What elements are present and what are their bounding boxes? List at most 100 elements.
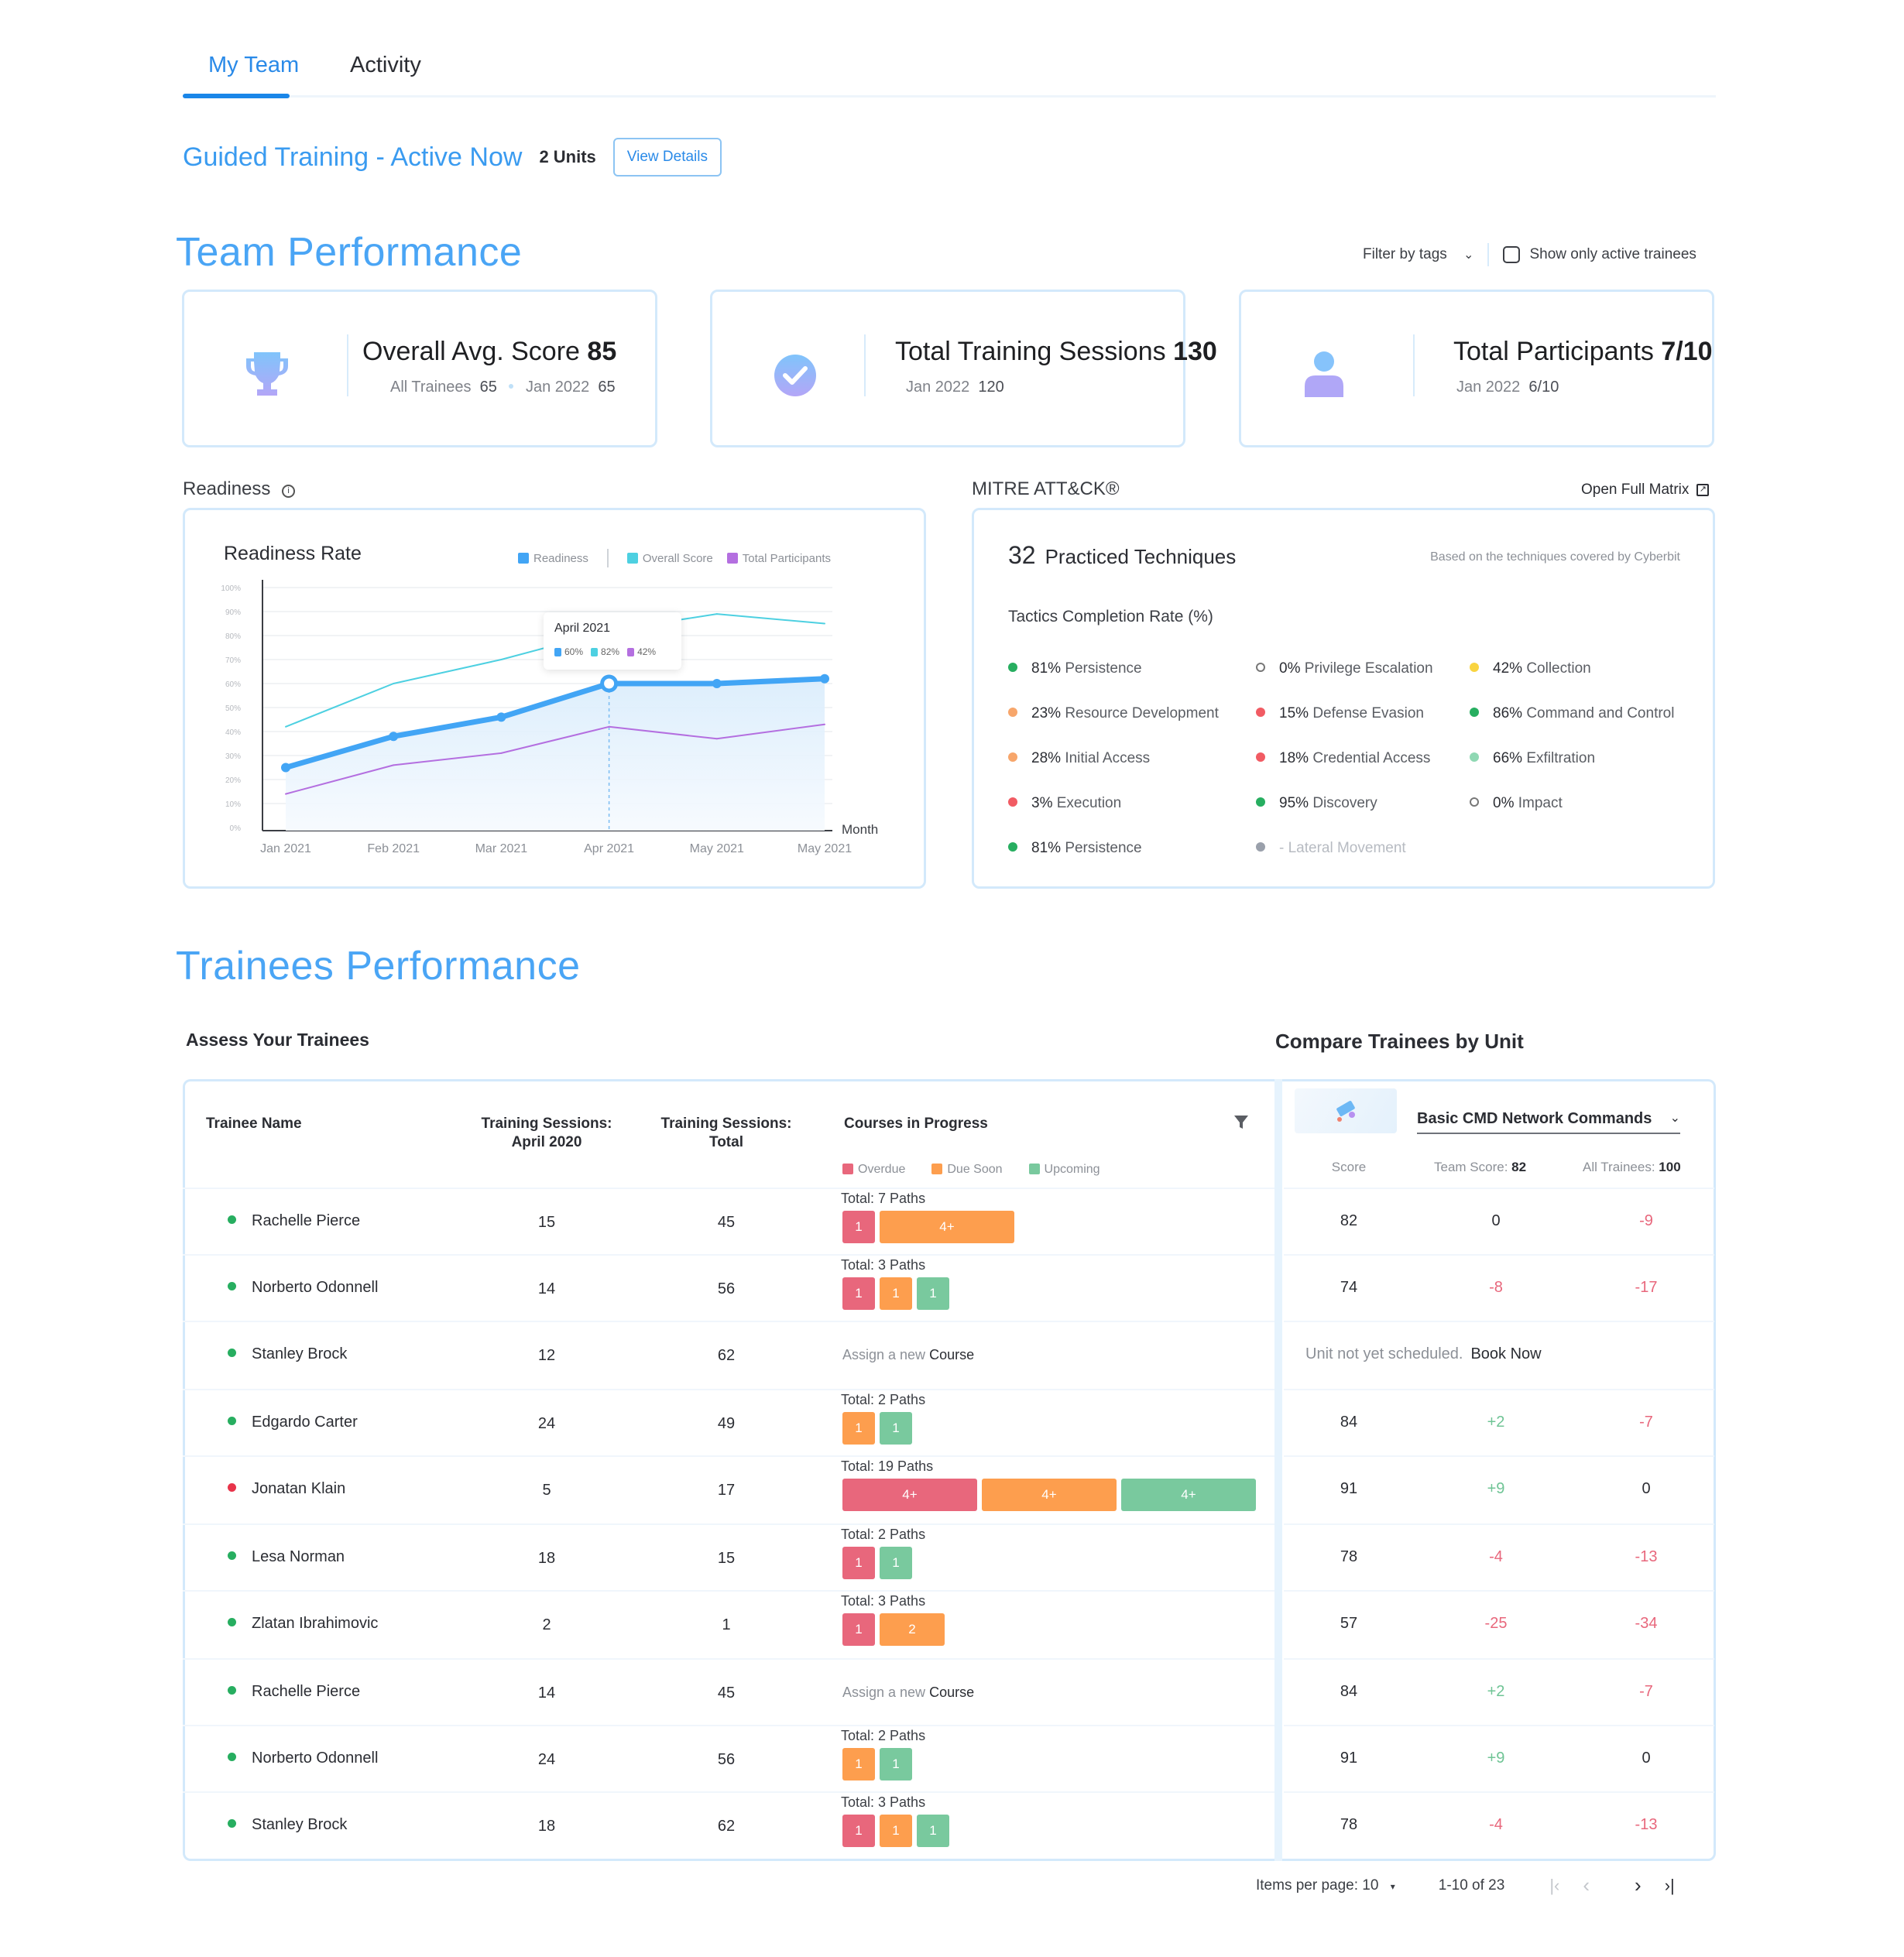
trainee-name[interactable]: Zlatan Ibrahimovic: [228, 1615, 378, 1633]
trainee-name[interactable]: Rachelle Pierce: [228, 1683, 360, 1701]
y-tick-label: 100%: [221, 584, 241, 593]
data-point: [715, 738, 718, 740]
x-axis-label: Month: [842, 822, 878, 837]
tactic-name: Execution: [1056, 795, 1122, 811]
next-page-icon[interactable]: ›: [1635, 1873, 1642, 1897]
compare-score: 82: [1340, 1212, 1358, 1229]
guided-training-bar: Guided Training - Active Now 2 Units Vie…: [183, 138, 722, 177]
book-now-link[interactable]: Book Now: [1470, 1345, 1541, 1362]
kpi-sub-label: Jan 2022: [1456, 379, 1521, 396]
tactic-item: 0% Privilege Escalation: [1256, 660, 1433, 677]
info-icon[interactable]: i: [282, 485, 296, 498]
trainee-name[interactable]: Stanley Brock: [228, 1816, 347, 1834]
show-active-toggle[interactable]: Show only active trainees: [1503, 246, 1696, 263]
show-active-label: Show only active trainees: [1529, 246, 1696, 262]
unit-select[interactable]: Basic CMD Network Commands ⌄: [1417, 1110, 1680, 1134]
course-chip-due[interactable]: 4+: [880, 1211, 1014, 1243]
data-point: [712, 679, 722, 688]
x-tick-label: Jan 2021: [260, 842, 311, 855]
sessions-month: 24: [537, 1751, 556, 1768]
col-header-courses[interactable]: Courses in Progress: [844, 1115, 988, 1133]
trainee-name[interactable]: Stanley Brock: [228, 1345, 347, 1363]
show-active-checkbox[interactable]: [1503, 246, 1521, 263]
legend-overdue: Overdue: [842, 1163, 905, 1177]
open-full-matrix-link[interactable]: Open Full Matrix ↗: [1581, 482, 1710, 499]
course-chip-overdue[interactable]: 4+: [842, 1479, 977, 1511]
kpi-card-training-sessions: Total Training Sessions 130 Jan 2022 120: [710, 290, 1217, 447]
tactic-item: 3% Execution: [1008, 795, 1121, 812]
course-chip-due[interactable]: 1: [842, 1412, 875, 1445]
compare-trainees-title: Compare Trainees by Unit: [1275, 1030, 1524, 1053]
last-page-icon[interactable]: ›|: [1665, 1876, 1675, 1896]
compare-score: 74: [1340, 1279, 1358, 1296]
trainee-name[interactable]: Rachelle Pierce: [228, 1212, 360, 1230]
kpi-title: Total Participants 7/10: [1453, 337, 1713, 367]
course-chip-upcoming[interactable]: 1: [917, 1277, 949, 1310]
course-chip-overdue[interactable]: 1: [842, 1815, 875, 1847]
divider: [347, 334, 348, 396]
course-chip-due[interactable]: 1: [880, 1277, 912, 1310]
sessions-total: 15: [717, 1550, 736, 1567]
compare-team: +9: [1487, 1750, 1505, 1767]
legend-item-overall-score[interactable]: Overall Score: [626, 552, 713, 565]
tactic-item: - Lateral Movement: [1256, 840, 1406, 857]
tactic-percent: 28%: [1031, 750, 1062, 766]
course-chip-due[interactable]: 1: [880, 1815, 912, 1847]
divider: [864, 334, 866, 396]
units-count: 2 Units: [539, 147, 596, 166]
col-header-sessions-month[interactable]: Training Sessions: April 2020: [469, 1115, 624, 1152]
course-chip-upcoming[interactable]: 1: [880, 1412, 912, 1445]
tactic-status-dot: [1256, 663, 1265, 672]
compare-score: 78: [1340, 1816, 1358, 1833]
tactic-status-dot: [1256, 752, 1265, 762]
course-chip-due[interactable]: 2: [880, 1613, 945, 1646]
legend-item-total-participants[interactable]: Total Participants: [726, 552, 831, 565]
compare-score: 84: [1340, 1683, 1358, 1700]
readiness-card: Readiness Rate Readiness Overall Score T…: [183, 508, 926, 889]
kpi-sub-value: 120: [978, 379, 1004, 396]
legend-item-readiness[interactable]: Readiness: [518, 552, 588, 565]
trainee-name[interactable]: Jonatan Klain: [228, 1480, 345, 1498]
first-page-icon[interactable]: |‹: [1549, 1876, 1559, 1896]
course-chip-due[interactable]: 4+: [982, 1479, 1117, 1511]
course-chip-overdue[interactable]: 1: [842, 1277, 875, 1310]
assign-course-link[interactable]: Assign a new Course: [842, 1347, 974, 1363]
trainee-name[interactable]: Lesa Norman: [228, 1548, 345, 1566]
data-point: [285, 793, 286, 795]
kpi-subtitle: Jan 2022 6/10: [1456, 379, 1559, 396]
tactic-status-dot: [1470, 708, 1479, 717]
course-chip-overdue[interactable]: 1: [842, 1211, 875, 1243]
y-tick-label: 40%: [225, 728, 241, 737]
assign-course-link[interactable]: Assign a new Course: [842, 1685, 974, 1701]
chevron-down-icon: ⌄: [1463, 248, 1474, 262]
filter-icon[interactable]: [1234, 1115, 1248, 1130]
course-chip-upcoming[interactable]: 4+: [1121, 1479, 1256, 1511]
tactic-item: 23% Resource Development: [1008, 705, 1219, 722]
filter-by-tags-dropdown[interactable]: Filter by tags ⌄: [1363, 246, 1473, 263]
items-per-page-select[interactable]: Items per page: 10 ▾: [1256, 1877, 1395, 1894]
compare-team: +2: [1487, 1414, 1505, 1431]
tactic-item: 81% Persistence: [1008, 660, 1142, 677]
trainee-name[interactable]: Norberto Odonnell: [228, 1279, 378, 1297]
col-header-name[interactable]: Trainee Name: [206, 1115, 302, 1133]
prev-page-icon[interactable]: ‹: [1583, 1873, 1590, 1897]
course-chip-upcoming[interactable]: 1: [917, 1815, 949, 1847]
sessions-total: 56: [717, 1280, 736, 1297]
view-details-button[interactable]: View Details: [612, 138, 722, 177]
col-header-sessions-total[interactable]: Training Sessions: Total: [649, 1115, 804, 1152]
course-chip-due[interactable]: 1: [842, 1748, 875, 1780]
trainee-name[interactable]: Edgardo Carter: [228, 1414, 358, 1431]
tactic-status-dot: [1256, 708, 1265, 717]
external-link-icon: ↗: [1696, 484, 1710, 496]
data-point-highlight: [600, 674, 619, 693]
course-chip-overdue[interactable]: 1: [842, 1547, 875, 1579]
course-chip-upcoming[interactable]: 1: [880, 1547, 912, 1579]
sessions-month: 24: [537, 1415, 556, 1432]
course-chip-overdue[interactable]: 1: [842, 1613, 875, 1646]
trainee-name[interactable]: Norberto Odonnell: [228, 1750, 378, 1767]
tab-activity[interactable]: Activity: [350, 53, 421, 78]
dot-separator: [509, 384, 514, 389]
kpi-title: Overall Avg. Score 85: [362, 337, 616, 367]
course-chip-upcoming[interactable]: 1: [880, 1748, 912, 1780]
tab-my-team[interactable]: My Team: [208, 53, 299, 78]
